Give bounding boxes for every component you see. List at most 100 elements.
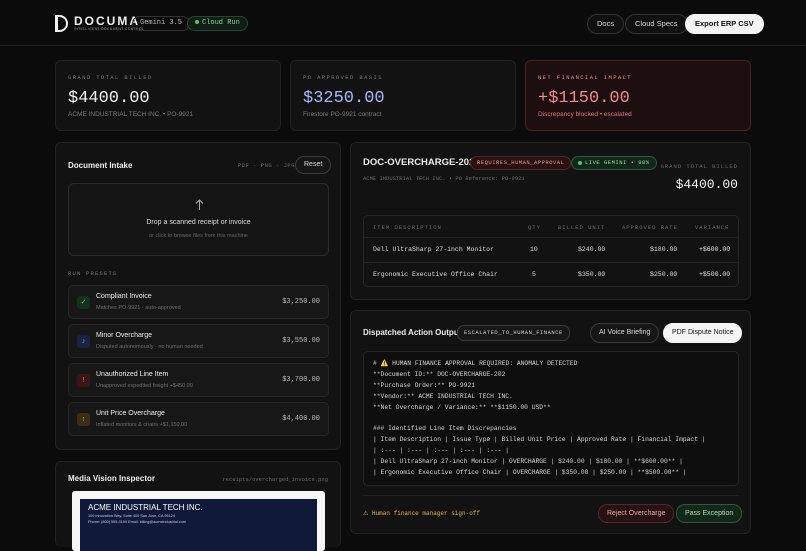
table-row[interactable]: Dell UltraSharp 27-inch Monitor 10 $240.… [364,237,738,262]
live-dot-icon [578,160,582,165]
kpi-label: GRAND TOTAL BILLED [68,74,153,81]
arrow-up-icon: ↑ [77,413,90,426]
cell-description: Dell UltraSharp 27-inch Monitor [373,246,494,253]
alert-icon: ! [77,374,90,387]
kpi-label: NET FINANCIAL IMPACT [538,74,633,81]
output-line: | Ergonomic Executive Office Chair | OVE… [373,469,687,477]
action-title: Dispatched Action Output [363,328,462,337]
brand-logo[interactable]: DOCUMA INTELLIGENT DOCUMENT CONTROL [55,15,144,32]
invoice-company: ACME INDUSTRIAL TECH INC. [88,503,203,512]
preset-title: Unit Price Overcharge [96,410,165,417]
run-presets-label: RUN PRESETS [68,270,118,277]
document-id: DOC-OVERCHARGE-202 [363,157,475,168]
grand-total-label: GRAND TOTAL BILLED [660,163,738,170]
invoice-contact: Phone: (800) 555-0199 Email: billing@acm… [88,520,186,524]
output-line: ### Identified Line Item Discrepancies [373,425,517,433]
divider [363,495,739,496]
preset-price: $3,550.00 [282,337,320,345]
preset-price: $3,250.00 [282,298,320,306]
check-icon: ✓ [77,296,90,309]
preset-price: $3,700.00 [282,376,320,384]
output-line: **Vendor:** ACME INDUSTRIAL TECH INC. [373,392,513,400]
cell-approved-rate: $250.00 [650,271,678,278]
cell-approved-rate: $180.00 [650,246,678,253]
pdf-dispute-notice-button[interactable]: PDF Dispute Notice [663,323,743,343]
preset-sub: Inflated monitors & chairs +$1,150.00 [96,422,188,428]
output-line: **Purchase Order:** PO-9921 [373,381,476,389]
cell-qty: 5 [532,271,536,278]
output-line: | Dell UltraSharp 27-inch Monitor | OVER… [373,458,683,466]
model-pill: Gemini 3.5 [132,16,191,31]
music-note-icon: ♪ [77,335,90,348]
output-line: | Item Description | Issue Type | Billed… [373,436,706,444]
upload-arrow-icon [195,199,204,210]
intake-title: Document Intake [68,161,133,170]
cell-billed-unit: $350.00 [578,271,606,278]
cloud-specs-button[interactable]: Cloud Specs [625,14,688,34]
ai-voice-briefing-button[interactable]: AI Voice Briefing [590,323,660,343]
document-meta: ACME INDUSTRIAL TECH INC. • PO Reference… [363,175,525,182]
signoff-warning: ⚠ Human finance manager sign-off [363,510,480,517]
top-bar: DOCUMA INTELLIGENT DOCUMENT CONTROL Gemi… [0,0,806,46]
kpi-sub: Firestore PO-9921 contract [303,111,382,118]
export-erp-csv-button[interactable]: Export ERP CSV [685,14,764,34]
media-vision-panel: Media Vision Inspector receipts/overchar… [55,461,341,551]
kpi-value: $3250.00 [303,89,385,108]
cloud-run-pill: Cloud Run [187,16,248,31]
kpi-sub: Discrepancy blocked • escalated [538,111,632,118]
status-dot-icon [195,20,199,25]
table-row[interactable]: Ergonomic Executive Office Chair 5 $350.… [364,262,738,287]
output-line: **Net Overcharge / Variance:** **$1150.0… [373,403,551,411]
kpi-net-impact: NET FINANCIAL IMPACT +$1150.00 Discrepan… [525,60,751,131]
kpi-po-approved: PO APPROVED BASIS $3250.00 Firestore PO-… [290,60,516,131]
preset-unit-price-overcharge[interactable]: ↑ Unit Price Overcharge Inflated monitor… [68,402,329,436]
reset-button[interactable]: Reset [295,156,332,174]
kpi-label: PO APPROVED BASIS [303,74,383,81]
column-header: VARIANCE [695,224,730,231]
output-line: # ⚠️ HUMAN FINANCE APPROVAL REQUIRED: AN… [373,360,578,367]
output-line: ​ [373,414,729,425]
column-header: BILLED UNIT [558,224,606,231]
action-output-panel: Dispatched Action Output ESCALATED_TO_HU… [350,310,751,534]
line-items-table: ITEM DESCRIPTION QTY BILLED UNIT APPROVE… [363,215,739,287]
cloud-run-label: Cloud Run [202,19,240,27]
output-line: | :--- | :--- | :--- | :--- | :--- | [373,447,510,455]
output-line: **Document ID:** DOC-OVERCHARGE-202 [373,370,506,378]
invoice-address: 100 Innovation Way, Suite 400 San Jose, … [88,514,175,518]
invoice-preview[interactable]: ACME INDUSTRIAL TECH INC. 100 Innovation… [72,491,325,551]
preset-compliant-invoice[interactable]: ✓ Compliant Invoice Matches PO-9921 · au… [68,285,329,319]
pass-exception-button[interactable]: Pass Exception [676,504,743,523]
column-header: QTY [528,224,541,231]
cell-variance: +$500.00 [699,271,731,278]
grand-total-value: $4400.00 [675,177,738,192]
escalated-tag: ESCALATED_TO_HUMAN_FINANCE [457,325,570,341]
action-markdown-output[interactable]: # ⚠️ HUMAN FINANCE APPROVAL REQUIRED: AN… [363,351,739,486]
file-drop-zone[interactable]: Drop a scanned receipt or invoice or cli… [68,183,329,256]
preset-title: Unauthorized Line Item [96,371,169,378]
live-gemini-label: LIVE GEMINI • 98% [585,159,650,166]
live-gemini-tag: LIVE GEMINI • 98% [571,156,657,170]
preset-sub: Unapproved expedited freight +$450.00 [96,383,193,389]
kpi-grand-total: GRAND TOTAL BILLED $4400.00 ACME INDUSTR… [55,60,281,131]
preset-title: Compliant Invoice [96,293,152,300]
requires-approval-tag: REQUIRES_HUMAN_APPROVAL [470,156,572,170]
column-header: APPROVED RATE [622,224,678,231]
preset-sub: Disputed autonomously · no human needed [96,344,203,350]
drop-sub: or click to browse files from this machi… [149,233,248,239]
drop-title: Drop a scanned receipt or invoice [146,219,251,226]
logo-mark-icon [55,15,68,32]
docs-button[interactable]: Docs [587,14,625,34]
preset-minor-overcharge[interactable]: ♪ Minor Overcharge Disputed autonomously… [68,324,329,358]
vision-title: Media Vision Inspector [68,474,155,483]
kpi-sub: ACME INDUSTRIAL TECH INC. • PO-9921 [68,111,194,118]
document-detail-panel: DOC-OVERCHARGE-202 REQUIRES_HUMAN_APPROV… [350,142,751,300]
cell-variance: +$600.00 [699,246,731,253]
cell-billed-unit: $240.00 [578,246,606,253]
reject-overcharge-button[interactable]: Reject Overcharge [598,504,675,523]
cell-qty: 10 [530,246,538,253]
document-intake-panel: Document Intake PDF · PNG · JPG Reset Dr… [55,142,341,450]
preset-unauthorized-line-item[interactable]: ! Unauthorized Line Item Unapproved expe… [68,363,329,397]
accepted-formats: PDF · PNG · JPG [238,162,296,169]
vision-file-path: receipts/overcharged_invoice.png [222,476,328,483]
column-header: ITEM DESCRIPTION [373,224,442,231]
